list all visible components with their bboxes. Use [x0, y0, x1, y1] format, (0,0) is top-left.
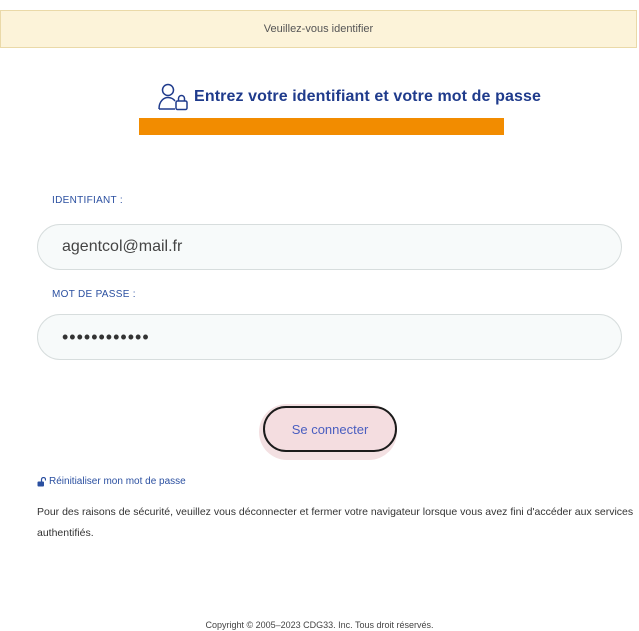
password-input[interactable]: ••••••••••••: [37, 314, 622, 360]
login-header: Entrez votre identifiant et votre mot de…: [0, 80, 639, 114]
password-label: MOT DE PASSE :: [52, 289, 136, 300]
security-notice: Pour des raisons de sécurité, veuillez v…: [37, 506, 634, 539]
accent-bar: [139, 118, 504, 135]
reset-password-link[interactable]: Réinitialiser mon mot de passe: [37, 476, 186, 487]
identification-banner: Veuillez-vous identifier: [0, 10, 637, 48]
login-button[interactable]: Se connecter: [263, 406, 397, 452]
reset-password-label[interactable]: Réinitialiser mon mot de passe: [49, 476, 186, 487]
username-label: IDENTIFIANT :: [52, 195, 123, 206]
page-title: Entrez votre identifiant et votre mot de…: [194, 88, 541, 105]
copyright-footer: Copyright © 2005–2023 CDG33. Inc. Tous d…: [205, 620, 434, 630]
username-input[interactable]: agentcol@mail.fr: [37, 224, 622, 270]
user-lock-icon: [158, 83, 188, 111]
unlock-icon: [37, 476, 46, 486]
banner-text: Veuillez-vous identifier: [263, 23, 374, 35]
